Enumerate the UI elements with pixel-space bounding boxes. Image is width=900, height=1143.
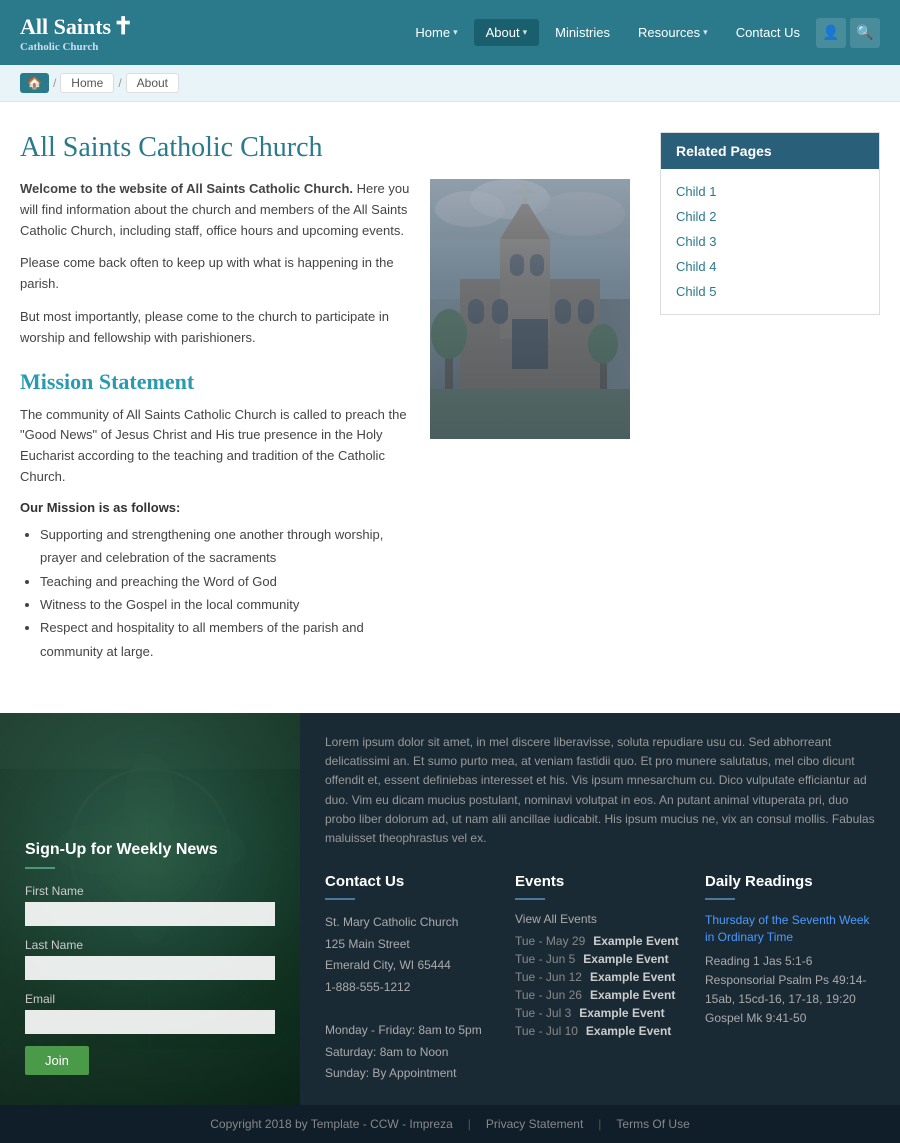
list-item: Respect and hospitality to all members o… (40, 616, 410, 663)
breadcrumb-separator: / (118, 76, 121, 90)
footer-columns: Contact Us St. Mary Catholic Church 125 … (325, 873, 875, 1085)
event-row: Tue - Jul 10 Example Event (515, 1024, 685, 1038)
newsletter-title: Sign-Up for Weekly News (25, 841, 275, 859)
content-area: All Saints Catholic Church Welcome to th… (20, 132, 630, 663)
view-all-events-link[interactable]: View All Events (515, 912, 685, 926)
footer-contact-col: Contact Us St. Mary Catholic Church 125 … (325, 873, 495, 1085)
nav-home[interactable]: Home ▾ (403, 19, 469, 46)
home-icon[interactable]: 🏠 (20, 73, 49, 93)
footer-daily-col: Daily Readings Thursday of the Seventh W… (705, 873, 875, 1085)
event-row: Tue - Jun 5 Example Event (515, 952, 685, 966)
logo-subtitle: Catholic Church (20, 41, 133, 53)
nav-resources[interactable]: Resources ▾ (626, 19, 720, 46)
related-item-child5[interactable]: Child 5 (676, 279, 864, 304)
event-row: Tue - Jul 3 Example Event (515, 1006, 685, 1020)
sidebar: Related Pages Child 1 Child 2 Child 3 Ch… (660, 132, 880, 663)
event-row: Tue - Jun 12 Example Event (515, 970, 685, 984)
footer-events-col: Events View All Events Tue - May 29 Exam… (515, 873, 685, 1085)
site-footer: Sign-Up for Weekly News First Name Last … (0, 713, 900, 1143)
list-item: Witness to the Gospel in the local commu… (40, 593, 410, 616)
mission-text: The community of All Saints Catholic Chu… (20, 405, 410, 488)
terms-link[interactable]: Terms Of Use (616, 1117, 689, 1131)
footer-top: Sign-Up for Weekly News First Name Last … (0, 713, 900, 1105)
email-label: Email (25, 992, 275, 1006)
para2: Please come back often to keep up with w… (20, 253, 410, 295)
search-icon[interactable]: 🔍 (850, 18, 880, 48)
church-photo (430, 179, 630, 439)
related-item-child4[interactable]: Child 4 (676, 254, 864, 279)
user-icon[interactable]: 👤 (816, 18, 846, 48)
para3: But most importantly, please come to the… (20, 307, 410, 349)
join-button[interactable]: Join (25, 1046, 89, 1075)
nav-about[interactable]: About ▾ (474, 19, 540, 46)
site-header: All Saints✝ Catholic Church Home ▾ About… (0, 0, 900, 65)
content-image-block: Welcome to the website of All Saints Cat… (20, 179, 630, 663)
separator: | (468, 1117, 471, 1131)
nav-ministries[interactable]: Ministries (543, 19, 622, 46)
privacy-link[interactable]: Privacy Statement (486, 1117, 583, 1131)
nav-contact[interactable]: Contact Us (724, 19, 812, 46)
mission-subtitle: Our Mission is as follows: (20, 500, 410, 515)
last-name-input[interactable] (25, 956, 275, 980)
chevron-down-icon: ▾ (523, 27, 528, 38)
intro-bold: Welcome to the website of All Saints Cat… (20, 181, 353, 196)
newsletter-form: Sign-Up for Weekly News First Name Last … (25, 841, 275, 1075)
contact-divider (325, 898, 355, 900)
intro-paragraph: Welcome to the website of All Saints Cat… (20, 179, 410, 241)
daily-reading-text: Reading 1 Jas 5:1-6 Responsorial Psalm P… (705, 952, 875, 1029)
logo[interactable]: All Saints✝ Catholic Church (20, 12, 133, 53)
breadcrumb-separator: / (53, 76, 56, 90)
footer-bottom: Copyright 2018 by Template - CCW - Impre… (0, 1105, 900, 1143)
footer-lorem-text: Lorem ipsum dolor sit amet, in mel disce… (325, 733, 875, 848)
main-nav: Home ▾ About ▾ Ministries Resources ▾ Co… (403, 18, 880, 48)
newsletter-divider (25, 867, 55, 869)
contact-text: St. Mary Catholic Church 125 Main Street… (325, 912, 495, 1085)
contact-title: Contact Us (325, 873, 495, 890)
logo-cross-icon: ✝ (113, 14, 133, 40)
chevron-down-icon: ▾ (453, 27, 458, 38)
mission-list: Supporting and strengthening one another… (20, 523, 410, 663)
last-name-label: Last Name (25, 938, 275, 952)
breadcrumb-about[interactable]: About (126, 73, 179, 93)
related-item-child3[interactable]: Child 3 (676, 229, 864, 254)
mission-title: Mission Statement (20, 369, 410, 395)
events-divider (515, 898, 545, 900)
page-title: All Saints Catholic Church (20, 132, 630, 164)
event-row: Tue - Jun 26 Example Event (515, 988, 685, 1002)
first-name-label: First Name (25, 884, 275, 898)
main-content: All Saints Catholic Church Welcome to th… (0, 102, 900, 693)
daily-readings-title: Daily Readings (705, 873, 875, 890)
events-title: Events (515, 873, 685, 890)
separator: | (598, 1117, 601, 1131)
chevron-down-icon: ▾ (703, 27, 708, 38)
footer-text-column: Lorem ipsum dolor sit amet, in mel disce… (300, 713, 900, 1105)
event-row: Tue - May 29 Example Event (515, 934, 685, 948)
daily-reading-title: Thursday of the Seventh Week in Ordinary… (705, 912, 875, 946)
copyright-text: Copyright 2018 by Template - CCW - Impre… (210, 1117, 453, 1131)
list-item: Supporting and strengthening one another… (40, 523, 410, 570)
logo-text: All Saints✝ Catholic Church (20, 12, 133, 53)
first-name-input[interactable] (25, 902, 275, 926)
related-pages-box: Related Pages Child 1 Child 2 Child 3 Ch… (660, 132, 880, 315)
related-item-child1[interactable]: Child 1 (676, 179, 864, 204)
daily-divider (705, 898, 735, 900)
footer-image-column: Sign-Up for Weekly News First Name Last … (0, 713, 300, 1105)
list-item: Teaching and preaching the Word of God (40, 570, 410, 593)
related-pages-header: Related Pages (661, 133, 879, 169)
related-pages-list: Child 1 Child 2 Child 3 Child 4 Child 5 (661, 169, 879, 314)
email-input[interactable] (25, 1010, 275, 1034)
related-item-child2[interactable]: Child 2 (676, 204, 864, 229)
breadcrumb-home[interactable]: Home (60, 73, 114, 93)
church-image (430, 179, 630, 439)
text-portion: Welcome to the website of All Saints Cat… (20, 179, 410, 663)
breadcrumb: 🏠 / Home / About (0, 65, 900, 102)
